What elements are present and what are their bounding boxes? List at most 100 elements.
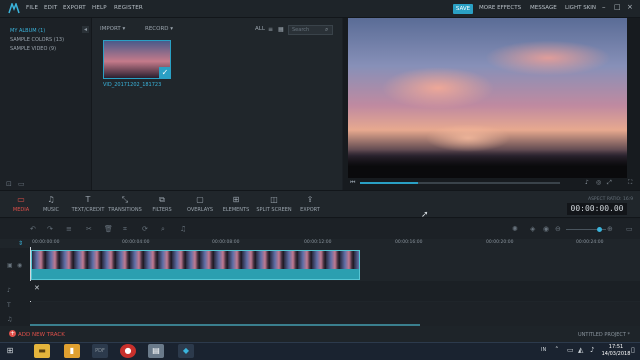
mute-icon[interactable]: ✕ xyxy=(34,284,40,292)
list-view-icon[interactable]: ≡ xyxy=(268,26,273,33)
more-effects-button[interactable]: MORE EFFECTS xyxy=(479,5,521,11)
tool-text-label: TEXT/CREDIT xyxy=(71,207,105,213)
zoom-icon[interactable]: ⌕ xyxy=(161,225,165,234)
video-track-icon[interactable]: ▣ xyxy=(7,262,13,269)
tool-media-label: MEDIA xyxy=(12,207,30,213)
tick-label: 00:00:24:00 xyxy=(576,240,604,245)
filter-all[interactable]: ALL xyxy=(255,26,265,32)
snap-icon[interactable]: ✺ xyxy=(512,225,518,233)
folder-icon[interactable]: ▭ xyxy=(18,180,25,188)
fullscreen-icon[interactable]: ⤢ xyxy=(607,179,612,187)
record-dropdown[interactable]: RECORD ▾ xyxy=(145,26,173,32)
menu-export[interactable]: EXPORT xyxy=(63,5,86,11)
notification-icon[interactable]: ▯ xyxy=(631,346,635,354)
marker-icon[interactable]: ◈ xyxy=(530,225,535,233)
transition-icon: ⤡ xyxy=(121,195,129,204)
clock-time[interactable]: 17:51 xyxy=(601,344,631,350)
tick-label: 00:00:12:00 xyxy=(304,240,332,245)
tool-export[interactable]: ⇪ EXPORT xyxy=(296,195,324,213)
light-skin-button[interactable]: LIGHT SKIN xyxy=(565,5,596,11)
playhead-icon[interactable]: ⇕ xyxy=(18,240,23,247)
audio-track[interactable] xyxy=(30,281,640,301)
tool-elements-label: ELEMENTS xyxy=(222,207,250,213)
tool-media[interactable]: ▭ MEDIA xyxy=(8,195,34,213)
tray-arrow-icon[interactable]: ˄ xyxy=(555,346,559,354)
file-explorer-icon[interactable]: ▬ xyxy=(34,344,50,358)
expand-icon[interactable]: ⛶ xyxy=(628,179,632,187)
undo-icon[interactable]: ↶ xyxy=(30,225,36,233)
tool-split-screen[interactable]: ◫ SPLIT SCREEN xyxy=(254,195,294,213)
menu-file[interactable]: FILE xyxy=(26,5,38,11)
redo-icon[interactable]: ↷ xyxy=(47,225,53,233)
volume-tray-icon[interactable]: ♪ xyxy=(590,346,594,354)
add-new-track-button[interactable]: ADD NEW TRACK xyxy=(18,332,65,338)
elements-icon: ⊞ xyxy=(232,195,240,204)
split-icon: ◫ xyxy=(270,195,278,204)
visibility-icon[interactable]: ◉ xyxy=(17,262,22,269)
pdf-app-icon[interactable]: PDF xyxy=(92,344,108,358)
menu-edit[interactable]: EDIT xyxy=(44,5,58,11)
start-icon[interactable]: ⊞ xyxy=(2,344,18,358)
tool-text-credit[interactable]: T TEXT/CREDIT xyxy=(68,195,108,213)
import-label: IMPORT xyxy=(100,26,121,32)
zoom-in-icon[interactable]: ⊕ xyxy=(607,225,613,233)
audio-track-icon[interactable]: ♪ xyxy=(7,287,11,294)
tick-label: 00:00:08:00 xyxy=(212,240,240,245)
aspect-ratio-label: ASPECT RATIO: 16:9 xyxy=(588,197,634,202)
settings-list-icon[interactable]: ≡ xyxy=(66,225,72,233)
tool-music[interactable]: ♫ MUSIC xyxy=(38,195,64,213)
network-icon[interactable]: ◭ xyxy=(578,346,583,354)
add-icon[interactable]: + xyxy=(9,330,16,337)
folder-add-icon[interactable]: ⊡ xyxy=(6,180,12,188)
app-logo-icon xyxy=(8,3,20,14)
tick-label: 00:00:16:00 xyxy=(395,240,423,245)
search-icon[interactable]: ⌕ xyxy=(325,26,328,34)
zoom-slider-handle[interactable] xyxy=(597,227,602,232)
save-button[interactable]: SAVE xyxy=(453,4,473,14)
browser-icon[interactable]: ● xyxy=(120,344,136,358)
snapshot-icon[interactable]: ◎ xyxy=(596,179,601,186)
message-button[interactable]: MESSAGE xyxy=(530,5,557,11)
clock-date[interactable]: 14/03/2018 xyxy=(601,351,631,357)
search-placeholder: Search xyxy=(292,27,310,33)
menu-help[interactable]: HELP xyxy=(92,5,107,11)
tool-elements[interactable]: ⊞ ELEMENTS xyxy=(220,195,252,213)
minimize-icon[interactable]: – xyxy=(602,3,606,11)
music-track-icon[interactable]: ♫ xyxy=(7,316,12,323)
library-item-sample-colors[interactable]: SAMPLE COLORS (13) xyxy=(10,37,64,43)
tool-transitions-label: TRANSITIONS xyxy=(108,207,142,213)
folder-icon: ▭ xyxy=(17,195,25,204)
zoom-out-icon[interactable]: ⊖ xyxy=(555,225,561,233)
tool-filters[interactable]: ⧉ FILTERS xyxy=(148,195,176,213)
crop-icon[interactable]: ⌗ xyxy=(123,225,127,234)
media-thumbnail-label: VID_20171202_181723 xyxy=(103,82,162,88)
audio-mixer-icon[interactable]: ♫ xyxy=(180,225,186,233)
video-clip-filmstrip xyxy=(32,251,359,269)
grid-view-icon[interactable]: ▦ xyxy=(278,26,284,33)
import-dropdown[interactable]: IMPORT ▾ xyxy=(100,26,125,32)
volume-icon[interactable]: ♪ xyxy=(585,179,589,186)
filmora-taskbar-icon[interactable]: ◆ xyxy=(178,344,194,358)
library-item-my-album[interactable]: MY ALBUM (1) xyxy=(10,28,45,34)
maximize-icon[interactable]: □ xyxy=(614,3,621,11)
text-track-icon[interactable]: T xyxy=(7,302,11,309)
app-window-icon[interactable]: ▤ xyxy=(148,344,164,358)
menu-register[interactable]: REGISTER xyxy=(114,5,143,11)
folder-app-icon[interactable]: ▮ xyxy=(64,344,80,358)
media-library-panel xyxy=(0,18,92,190)
delete-icon[interactable]: 🗑 xyxy=(104,225,113,233)
skip-back-icon[interactable]: ⏮ xyxy=(350,179,355,187)
voice-icon[interactable]: ◉ xyxy=(543,225,549,233)
tool-transitions[interactable]: ⤡ TRANSITIONS xyxy=(104,195,146,213)
speed-icon[interactable]: ⟳ xyxy=(142,225,148,233)
language-indicator[interactable]: IN xyxy=(541,347,546,353)
collapse-icon[interactable]: ◂ xyxy=(82,26,89,33)
zoom-fit-icon[interactable]: ▭ xyxy=(626,225,633,233)
battery-icon[interactable]: ▭ xyxy=(567,346,574,354)
cut-icon[interactable]: ✂ xyxy=(86,225,92,233)
close-icon[interactable]: × xyxy=(627,3,633,11)
library-item-sample-video[interactable]: SAMPLE VIDEO (9) xyxy=(10,46,56,52)
record-label: RECORD xyxy=(145,26,169,32)
tool-overlays[interactable]: ▢ OVERLAYS xyxy=(184,195,216,213)
export-icon: ⇪ xyxy=(306,195,314,204)
